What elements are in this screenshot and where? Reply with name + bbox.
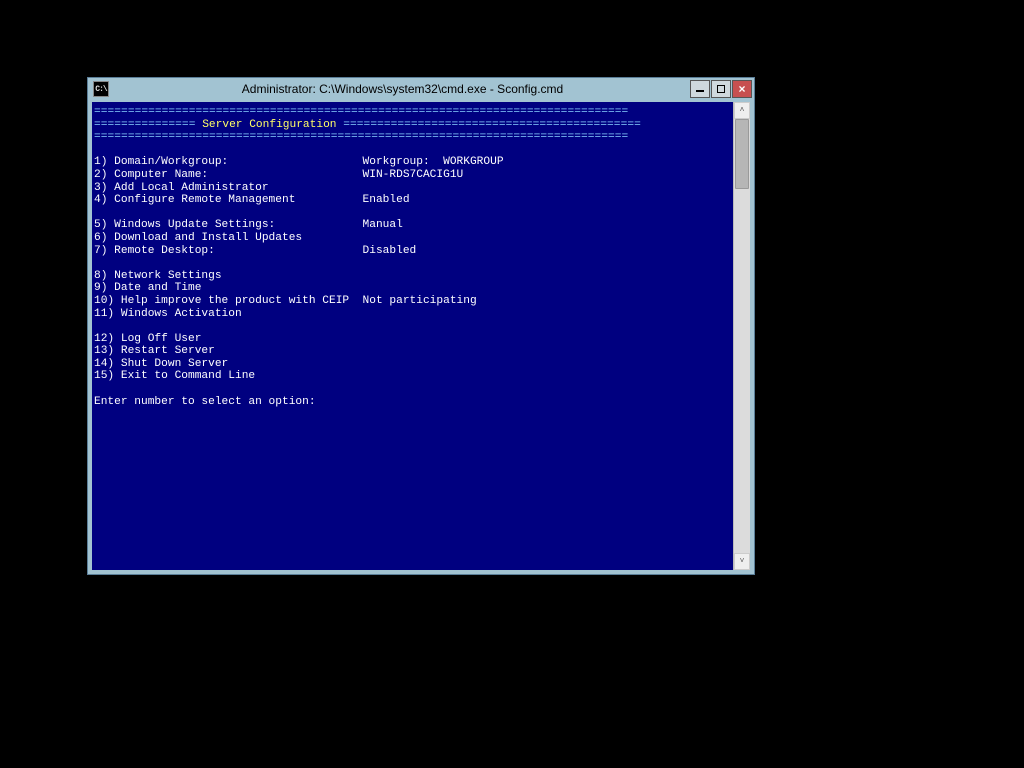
window-title: Administrator: C:\Windows\system32\cmd.e… <box>242 82 563 96</box>
prompt-text: Enter number to select an option: <box>94 396 316 408</box>
client-area: ========================================… <box>88 100 754 574</box>
divider: ========================================… <box>94 106 628 118</box>
close-icon: × <box>738 82 745 96</box>
minimize-button[interactable] <box>690 80 710 98</box>
chevron-up-icon: ˄ <box>740 106 745 115</box>
divider: ========================================… <box>94 131 628 143</box>
scroll-down-button[interactable]: ˅ <box>734 553 750 570</box>
divider: =============== <box>94 119 202 131</box>
scroll-up-button[interactable]: ˄ <box>734 102 750 119</box>
scroll-thumb[interactable] <box>735 119 749 189</box>
window-controls: × <box>690 80 752 98</box>
cmd-icon: C:\ <box>93 81 109 97</box>
titlebar[interactable]: C:\ Administrator: C:\Windows\system32\c… <box>88 78 754 100</box>
scrollbar[interactable]: ˄ ˅ <box>733 102 750 570</box>
scroll-track[interactable] <box>734 119 750 553</box>
minimize-icon <box>696 90 704 92</box>
close-button[interactable]: × <box>732 80 752 98</box>
console-output[interactable]: ========================================… <box>92 102 733 570</box>
chevron-down-icon: ˅ <box>740 557 745 566</box>
maximize-icon <box>717 85 725 93</box>
maximize-button[interactable] <box>711 80 731 98</box>
console-window: C:\ Administrator: C:\Windows\system32\c… <box>87 77 755 575</box>
header-title: Server Configuration <box>202 119 336 131</box>
menu-items: 1) Domain/Workgroup: Workgroup: WORKGROU… <box>94 156 504 382</box>
divider: ========================================… <box>337 119 641 131</box>
